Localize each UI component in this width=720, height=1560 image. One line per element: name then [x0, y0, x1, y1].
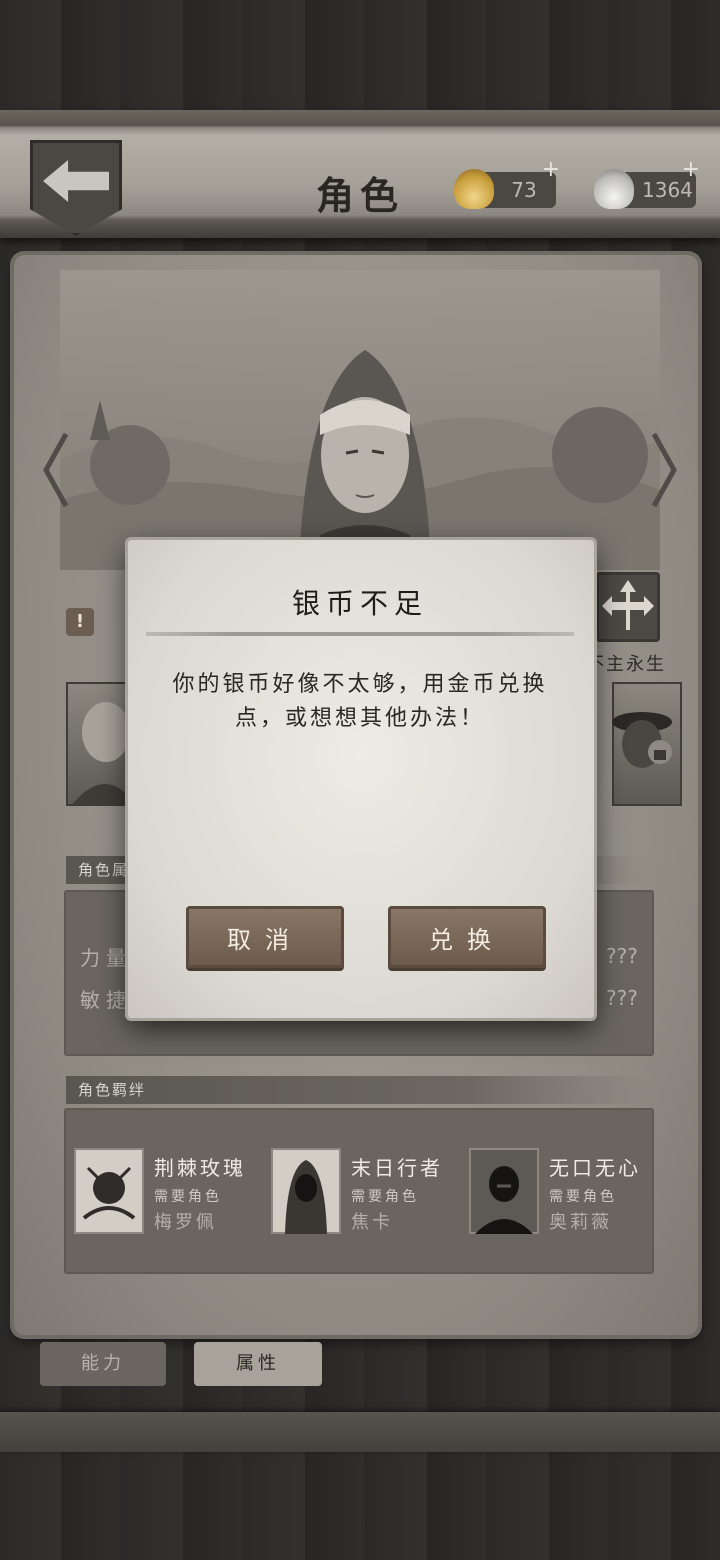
skill-label: 不主永生 — [586, 654, 666, 675]
bond-requirement: 需要角色 — [549, 1189, 617, 1205]
next-character-arrow[interactable] — [650, 430, 680, 510]
dialog-message: 你的银币好像不太够，用金币兑换点，或想想其他办法！ — [172, 672, 548, 731]
attr-agility-value: ??? — [606, 986, 638, 1010]
attr-strength-label: 力量 — [80, 946, 132, 970]
bond-character: 梅罗佩 — [154, 1212, 217, 1233]
dialog-title: 银币不足 — [291, 587, 428, 620]
bond-character: 焦卡 — [351, 1212, 393, 1233]
gold-shell-icon — [454, 169, 494, 209]
silver-currency[interactable]: 1364 + — [594, 157, 700, 209]
silver-shell-icon — [594, 169, 634, 209]
silver-amount: 1364 — [642, 178, 693, 202]
prev-character-arrow[interactable] — [40, 430, 70, 510]
page-title: 角色 — [315, 174, 404, 218]
attr-agility-label: 敏捷 — [80, 988, 132, 1012]
bond-requirement: 需要角色 — [154, 1189, 222, 1205]
add-gold-icon[interactable]: + — [542, 152, 560, 188]
tab-attributes[interactable]: 属性 — [194, 1342, 322, 1386]
add-silver-icon[interactable]: + — [682, 152, 700, 188]
gold-currency[interactable]: 73 + — [454, 157, 560, 209]
bond-character: 奥莉薇 — [549, 1212, 612, 1233]
bonds-header: 角色羁绊 — [66, 1076, 644, 1104]
faceless-icon — [469, 1148, 539, 1234]
footer-bar — [0, 1412, 720, 1452]
thorn-rose-icon — [74, 1148, 144, 1234]
attr-strength-value: ??? — [606, 944, 638, 968]
character-thumb-locked[interactable] — [612, 682, 682, 806]
dialog-divider — [146, 632, 574, 636]
bond-requirement: 需要角色 — [351, 1189, 419, 1205]
character-thumb-1[interactable] — [66, 682, 136, 806]
bond-name: 末日行者 — [351, 1156, 443, 1180]
bond-name: 荆棘玫瑰 — [154, 1156, 246, 1180]
character-portrait — [300, 350, 430, 545]
tab-abilities[interactable]: 能力 — [40, 1342, 166, 1386]
bond-name: 无口无心 — [549, 1156, 641, 1180]
exchange-button[interactable]: 兑换 — [388, 906, 546, 968]
hooded-walker-icon — [271, 1148, 341, 1234]
gold-amount: 73 — [511, 178, 537, 202]
cancel-button[interactable]: 取消 — [186, 906, 344, 968]
